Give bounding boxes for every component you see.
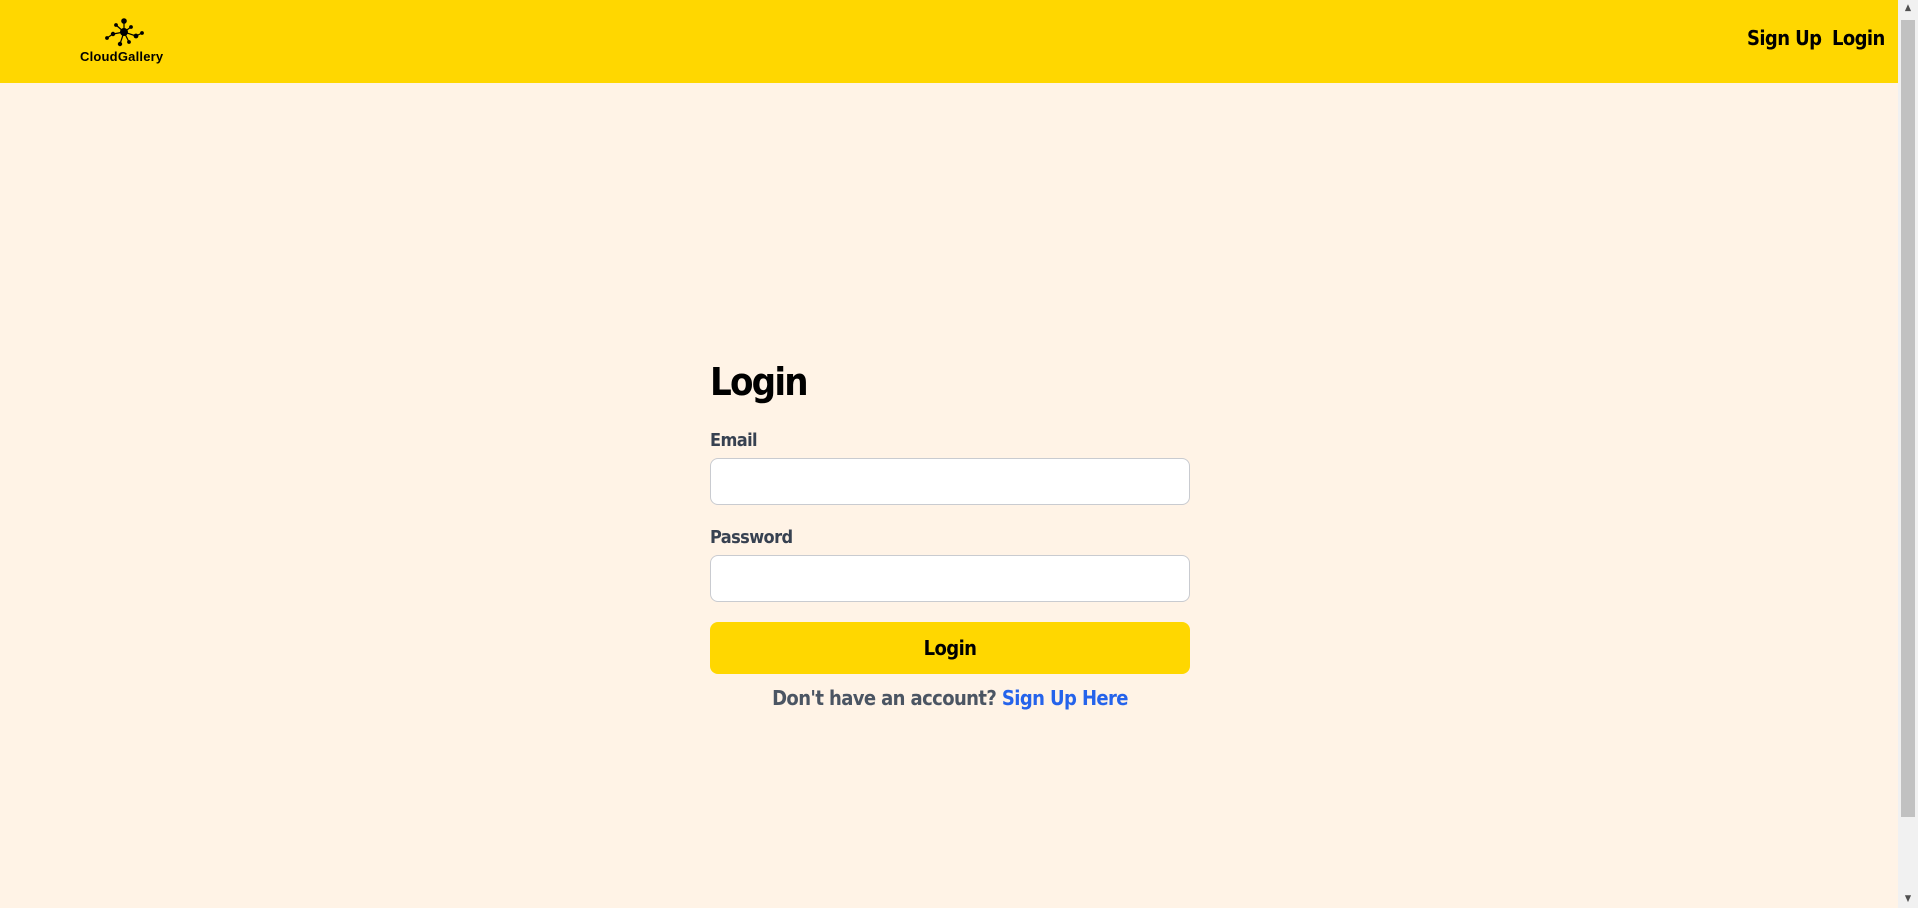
- password-field[interactable]: [710, 555, 1190, 602]
- password-label: Password: [710, 527, 793, 548]
- scroll-down-arrow-icon[interactable]: ▼: [1898, 891, 1918, 908]
- login-button[interactable]: Login: [710, 622, 1190, 674]
- page-title: Login: [710, 360, 809, 404]
- scrollbar-thumb[interactable]: [1901, 20, 1915, 817]
- brand-logo[interactable]: CloudGallery: [78, 18, 170, 66]
- signup-prompt: Don't have an account? Sign Up Here: [710, 686, 1190, 710]
- nav-login-link[interactable]: Login: [1832, 26, 1885, 50]
- email-field[interactable]: [710, 458, 1190, 505]
- scroll-up-arrow-icon[interactable]: ▲: [1898, 0, 1918, 17]
- vertical-scrollbar[interactable]: ▲ ▼: [1898, 0, 1918, 908]
- brand-name: CloudGallery: [80, 49, 164, 64]
- navbar: CloudGallery Sign Up Login: [0, 0, 1898, 83]
- network-nodes-icon: [105, 18, 144, 47]
- nav-signup-link[interactable]: Sign Up: [1747, 26, 1822, 50]
- email-label: Email: [710, 430, 758, 451]
- signup-prompt-text: Don't have an account?: [772, 686, 997, 710]
- signup-here-link[interactable]: Sign Up Here: [1002, 686, 1129, 710]
